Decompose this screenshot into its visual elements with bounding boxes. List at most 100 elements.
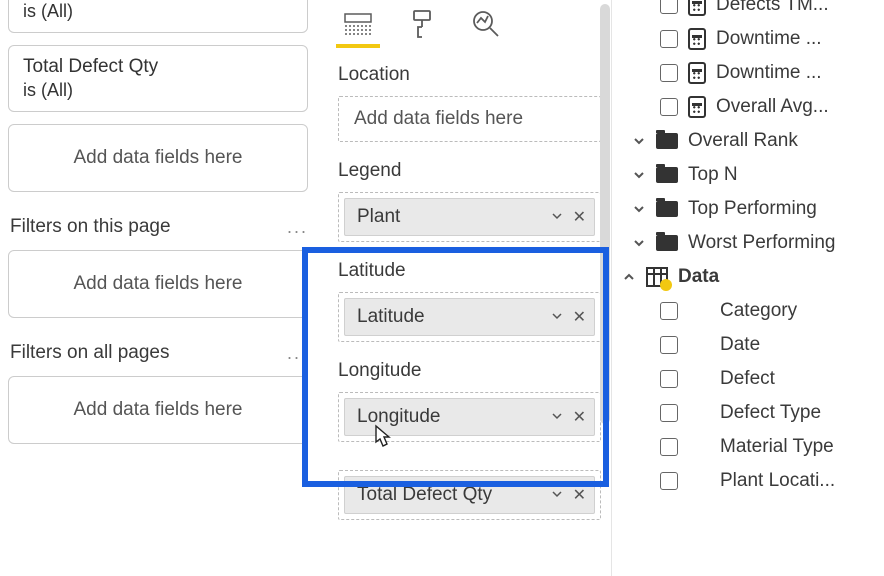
- measure-icon: [688, 28, 706, 50]
- checkbox[interactable]: [660, 30, 678, 48]
- filters-page-header[interactable]: Filters on this page ...: [10, 216, 308, 238]
- field-label: Defects TM...: [716, 0, 829, 16]
- checkbox[interactable]: [660, 98, 678, 116]
- chevron-down-icon[interactable]: [551, 209, 563, 225]
- field-column[interactable]: Defect Type: [618, 396, 884, 430]
- field-column[interactable]: Defect: [618, 362, 884, 396]
- chevron-down-icon[interactable]: [632, 202, 646, 216]
- filter-card-total-defect-qty[interactable]: Total Defect Qty is (All): [8, 45, 308, 112]
- group-label: Top Performing: [688, 198, 817, 220]
- filters-pane: is (All) Total Defect Qty is (All) Add d…: [0, 0, 316, 576]
- more-icon[interactable]: ...: [287, 343, 308, 364]
- folder-icon: [656, 235, 678, 251]
- group-label: Worst Performing: [688, 232, 835, 254]
- remove-icon[interactable]: ✕: [573, 407, 586, 427]
- field-label: Material Type: [720, 436, 834, 458]
- folder-icon: [656, 201, 678, 217]
- group-label: Top N: [688, 164, 738, 186]
- table-icon: [646, 267, 668, 287]
- checkbox[interactable]: [660, 302, 678, 320]
- fields-tab-icon[interactable]: [340, 6, 376, 42]
- field-label: Overall Avg...: [716, 96, 829, 118]
- format-tab-icon[interactable]: [404, 6, 440, 42]
- size-chip-total-defect-qty[interactable]: Total Defect Qty ✕: [344, 476, 595, 514]
- scrollbar[interactable]: [600, 2, 610, 574]
- visualizations-pane: Location Add data fields here Legend Pla…: [316, 0, 612, 576]
- filter-card-title: Total Defect Qty: [23, 56, 293, 78]
- chevron-down-icon[interactable]: [632, 134, 646, 148]
- field-group[interactable]: Top Performing: [618, 192, 884, 226]
- field-measure[interactable]: Defects TM...: [618, 0, 884, 22]
- filters-allpages-label: Filters on all pages: [10, 342, 169, 364]
- checkbox[interactable]: [660, 0, 678, 14]
- field-table-data[interactable]: Data: [618, 260, 884, 294]
- field-label: Downtime ...: [716, 62, 822, 84]
- chevron-down-icon[interactable]: [632, 168, 646, 182]
- remove-icon[interactable]: ✕: [573, 485, 586, 505]
- table-label: Data: [678, 266, 719, 288]
- field-column[interactable]: Date: [618, 328, 884, 362]
- field-label: Category: [720, 300, 797, 322]
- filter-dropzone-visual[interactable]: Add data fields here: [8, 124, 308, 192]
- checkbox[interactable]: [660, 438, 678, 456]
- chip-label: Latitude: [357, 306, 425, 328]
- field-column[interactable]: Category: [618, 294, 884, 328]
- folder-icon: [656, 133, 678, 149]
- legend-well-label: Legend: [338, 160, 601, 182]
- field-group[interactable]: Top N: [618, 158, 884, 192]
- remove-icon[interactable]: ✕: [573, 207, 586, 227]
- filter-dropzone-allpages[interactable]: Add data fields here: [8, 376, 308, 444]
- field-column[interactable]: Material Type: [618, 430, 884, 464]
- chevron-down-icon[interactable]: [632, 236, 646, 250]
- group-label: Overall Rank: [688, 130, 798, 152]
- location-well[interactable]: Add data fields here: [338, 96, 601, 142]
- measure-icon: [688, 96, 706, 118]
- field-measure[interactable]: Downtime ...: [618, 56, 884, 90]
- checkbox[interactable]: [660, 64, 678, 82]
- field-group[interactable]: Worst Performing: [618, 226, 884, 260]
- filters-page-label: Filters on this page: [10, 216, 171, 238]
- chevron-up-icon[interactable]: [622, 270, 636, 284]
- fields-pane: Defects TM... Downtime ... Downtime ... …: [612, 0, 884, 576]
- size-well[interactable]: Total Defect Qty ✕: [338, 470, 601, 520]
- scrollbar-thumb[interactable]: [600, 4, 610, 424]
- checkbox[interactable]: [660, 472, 678, 490]
- filter-card[interactable]: is (All): [8, 0, 308, 33]
- latitude-well[interactable]: Latitude ✕: [338, 292, 601, 342]
- latitude-chip[interactable]: Latitude ✕: [344, 298, 595, 336]
- checkbox[interactable]: [660, 404, 678, 422]
- more-icon[interactable]: ...: [287, 217, 308, 238]
- folder-icon: [656, 167, 678, 183]
- latitude-well-label: Latitude: [338, 260, 601, 282]
- field-label: Defect: [720, 368, 775, 390]
- longitude-well-label: Longitude: [338, 360, 601, 382]
- filter-card-sub: is (All): [23, 80, 293, 101]
- checkbox[interactable]: [660, 336, 678, 354]
- chevron-down-icon[interactable]: [551, 409, 563, 425]
- longitude-well[interactable]: Longitude ✕: [338, 392, 601, 442]
- legend-well[interactable]: Plant ✕: [338, 192, 601, 242]
- measure-icon: [688, 0, 706, 16]
- analytics-tab-icon[interactable]: [468, 6, 504, 42]
- field-measure[interactable]: Downtime ...: [618, 22, 884, 56]
- filter-dropzone-page[interactable]: Add data fields here: [8, 250, 308, 318]
- chevron-down-icon[interactable]: [551, 487, 563, 503]
- field-label: Plant Locati...: [720, 470, 835, 492]
- chip-label: Plant: [357, 206, 400, 228]
- field-label: Downtime ...: [716, 28, 822, 50]
- remove-icon[interactable]: ✕: [573, 307, 586, 327]
- checkbox[interactable]: [660, 370, 678, 388]
- longitude-chip[interactable]: Longitude ✕: [344, 398, 595, 436]
- field-measure[interactable]: Overall Avg...: [618, 90, 884, 124]
- location-well-placeholder: Add data fields here: [344, 102, 595, 136]
- measure-icon: [688, 62, 706, 84]
- field-label: Defect Type: [720, 402, 821, 424]
- legend-chip-plant[interactable]: Plant ✕: [344, 198, 595, 236]
- location-well-label: Location: [338, 64, 601, 86]
- filters-allpages-header[interactable]: Filters on all pages ...: [10, 342, 308, 364]
- chip-label: Total Defect Qty: [357, 484, 492, 506]
- field-label: Date: [720, 334, 760, 356]
- chevron-down-icon[interactable]: [551, 309, 563, 325]
- field-group[interactable]: Overall Rank: [618, 124, 884, 158]
- field-column[interactable]: Plant Locati...: [618, 464, 884, 498]
